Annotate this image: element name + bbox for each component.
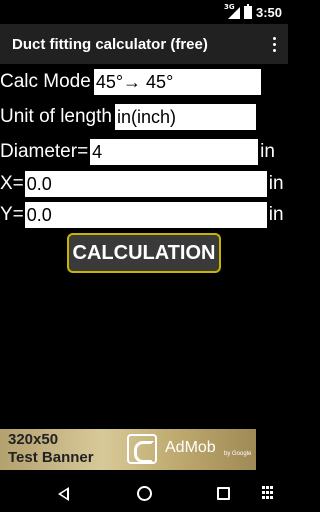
unit-select[interactable]: in(inch) [114,104,256,130]
ad-banner-text: 320x50 Test Banner [8,431,94,467]
unit-label: Unit of length [0,106,112,127]
app-bar: Duct fitting calculator (free) [0,24,288,64]
signal-icon: 3G [224,3,240,19]
overflow-menu-icon[interactable] [260,24,288,64]
calculation-button[interactable]: CALCULATION [67,233,221,273]
ad-test-label: Test Banner [8,449,94,466]
navigation-bar [0,476,288,512]
ad-banner[interactable]: 320x50 Test Banner AdMob by Google [0,429,256,470]
y-input[interactable]: 0.0 [24,202,267,228]
diameter-input[interactable]: 4 [90,139,259,165]
x-unit: in [268,173,284,194]
status-bar: 3G 3:50 [0,0,288,24]
admob-logo-icon [127,434,157,464]
recents-icon[interactable] [217,487,230,500]
status-indicators: 3G 3:50 [224,3,282,21]
back-icon[interactable] [58,487,69,501]
home-icon[interactable] [137,486,152,501]
app-title: Duct fitting calculator (free) [12,35,208,53]
y-unit: in [268,204,284,225]
unit-row: Unit of length in(inch) [0,104,256,130]
battery-icon [243,3,252,19]
y-label: Y= [0,204,24,225]
ad-brand: AdMob [165,439,216,456]
diameter-label: Diameter= [0,141,89,162]
x-input[interactable]: 0.0 [24,171,267,197]
diameter-unit: in [260,141,275,162]
calc-mode-row: Calc Mode 45°→ 45° [0,69,261,95]
diameter-row: Diameter= 4 in [0,139,275,165]
status-time: 3:50 [255,4,282,20]
calc-mode-label: Calc Mode [0,71,91,92]
ad-size-label: 320x50 [8,431,59,448]
x-label: X= [0,173,24,194]
y-row: Y= 0.0 in [0,202,284,228]
calc-mode-select[interactable]: 45°→ 45° [93,69,261,95]
keyboard-icon[interactable] [262,486,276,500]
ad-by-google: by Google [224,451,252,457]
x-row: X= 0.0 in [0,171,284,197]
